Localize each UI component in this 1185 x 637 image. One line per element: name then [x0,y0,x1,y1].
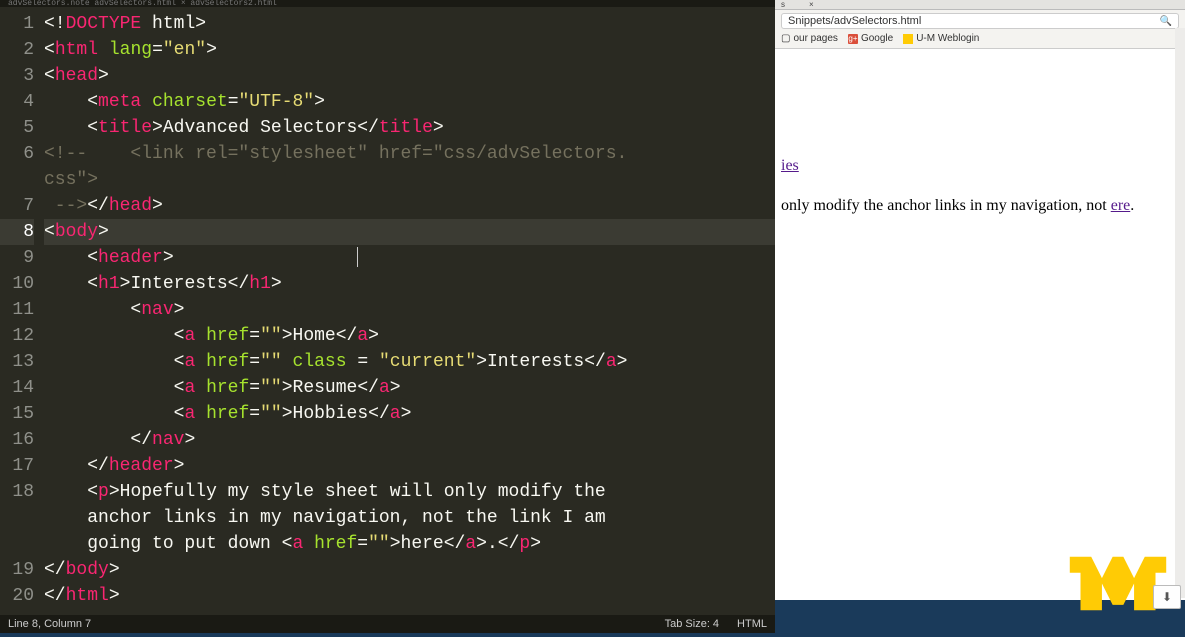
code-line[interactable]: <h1>Interests</h1> [44,271,775,297]
code-line[interactable]: </header> [44,453,775,479]
line-number: 14 [0,375,34,401]
code-line[interactable]: </nav> [44,427,775,453]
folder-icon: ▢ [781,33,790,44]
um-icon [903,34,913,44]
line-number: 15 [0,401,34,427]
line-number [0,505,34,531]
code-line[interactable]: <a href="">Resume</a> [44,375,775,401]
line-number: 17 [0,453,34,479]
code-line[interactable]: css"> [44,167,775,193]
text-cursor [357,247,358,267]
code-line[interactable]: <meta charset="UTF-8"> [44,89,775,115]
close-tab-icon[interactable]: × [809,0,814,9]
code-line[interactable]: <title>Advanced Selectors</title> [44,115,775,141]
code-line[interactable]: <header> [44,245,775,271]
editor-status-bar: Line 8, Column 7 Tab Size: 4 HTML [0,615,775,633]
line-number: 11 [0,297,34,323]
code-line[interactable]: <head> [44,63,775,89]
bookmarks-bar: ▢ our pages g+ Google U-M Weblogin [781,29,1179,45]
code-line[interactable]: <a href="">Hobbies</a> [44,401,775,427]
code-line[interactable]: <html lang="en"> [44,37,775,63]
browser-tab-label[interactable]: s [781,0,785,9]
paragraph-fragment: only modify the anchor links in my navig… [781,195,1179,217]
line-number [0,531,34,557]
download-icon: ⬇ [1162,590,1172,605]
code-line[interactable]: <!-- <link rel="stylesheet" href="css/ad… [44,141,775,167]
line-number: 20 [0,583,34,609]
line-number: 10 [0,271,34,297]
editor-tabbar[interactable]: advSelectors.note advSelectors.html × ad… [0,0,775,7]
code-line[interactable]: <a href="">Home</a> [44,323,775,349]
nav-link-fragment: ies [781,155,1179,177]
link-here[interactable]: ere [1111,197,1131,214]
line-number: 12 [0,323,34,349]
code-line[interactable]: </body> [44,557,775,583]
line-number: 6 [0,141,34,167]
code-line[interactable]: anchor links in my navigation, not the l… [44,505,775,531]
browser-tabbar[interactable]: s × [775,0,1185,10]
browser-panel: s × Snippets/advSelectors.html 🔍 ▢ our p… [775,0,1185,600]
code-line[interactable]: <a href="" class = "current">Interests</… [44,349,775,375]
browser-toolbar: Snippets/advSelectors.html 🔍 ▢ our pages… [775,10,1185,49]
line-number: 8 [0,219,34,245]
code-line[interactable]: </html> [44,583,775,609]
line-number: 18 [0,479,34,505]
bookmark-pages[interactable]: ▢ our pages [781,33,838,44]
editor-tabs-text: advSelectors.note advSelectors.html × ad… [8,0,277,7]
line-number: 3 [0,63,34,89]
bookmark-um[interactable]: U-M Weblogin [903,33,979,44]
line-number: 16 [0,427,34,453]
line-number: 2 [0,37,34,63]
download-button[interactable]: ⬇ [1153,585,1181,609]
google-icon: g+ [848,34,858,44]
code-editor: advSelectors.note advSelectors.html × ad… [0,0,775,633]
address-text: Snippets/advSelectors.html [788,15,921,27]
search-icon[interactable]: 🔍 [1160,16,1172,27]
line-number-gutter: 1234567891011121314151617181920 [0,7,44,615]
code-line[interactable]: --></head> [44,193,775,219]
editor-body[interactable]: 1234567891011121314151617181920 <!DOCTYP… [0,7,775,615]
code-line[interactable]: <!DOCTYPE html> [44,11,775,37]
address-bar[interactable]: Snippets/advSelectors.html 🔍 [781,13,1179,29]
line-number [0,167,34,193]
line-number: 13 [0,349,34,375]
line-number: 19 [0,557,34,583]
code-line[interactable]: <p>Hopefully my style sheet will only mo… [44,479,775,505]
line-number: 1 [0,11,34,37]
line-number: 9 [0,245,34,271]
line-number: 5 [0,115,34,141]
line-number: 4 [0,89,34,115]
code-line[interactable]: going to put down <a href="">here</a>.</… [44,531,775,557]
nav-link-hobbies[interactable]: ies [781,157,799,174]
bookmark-google[interactable]: g+ Google [848,33,893,44]
code-line[interactable]: <body> [44,219,775,245]
line-number: 7 [0,193,34,219]
michigan-logo [1063,546,1173,621]
rendered-page: ies only modify the anchor links in my n… [775,49,1185,224]
code-area[interactable]: <!DOCTYPE html><html lang="en"><head> <m… [44,7,775,615]
code-line[interactable]: <nav> [44,297,775,323]
browser-scrollbar[interactable] [1175,28,1185,598]
